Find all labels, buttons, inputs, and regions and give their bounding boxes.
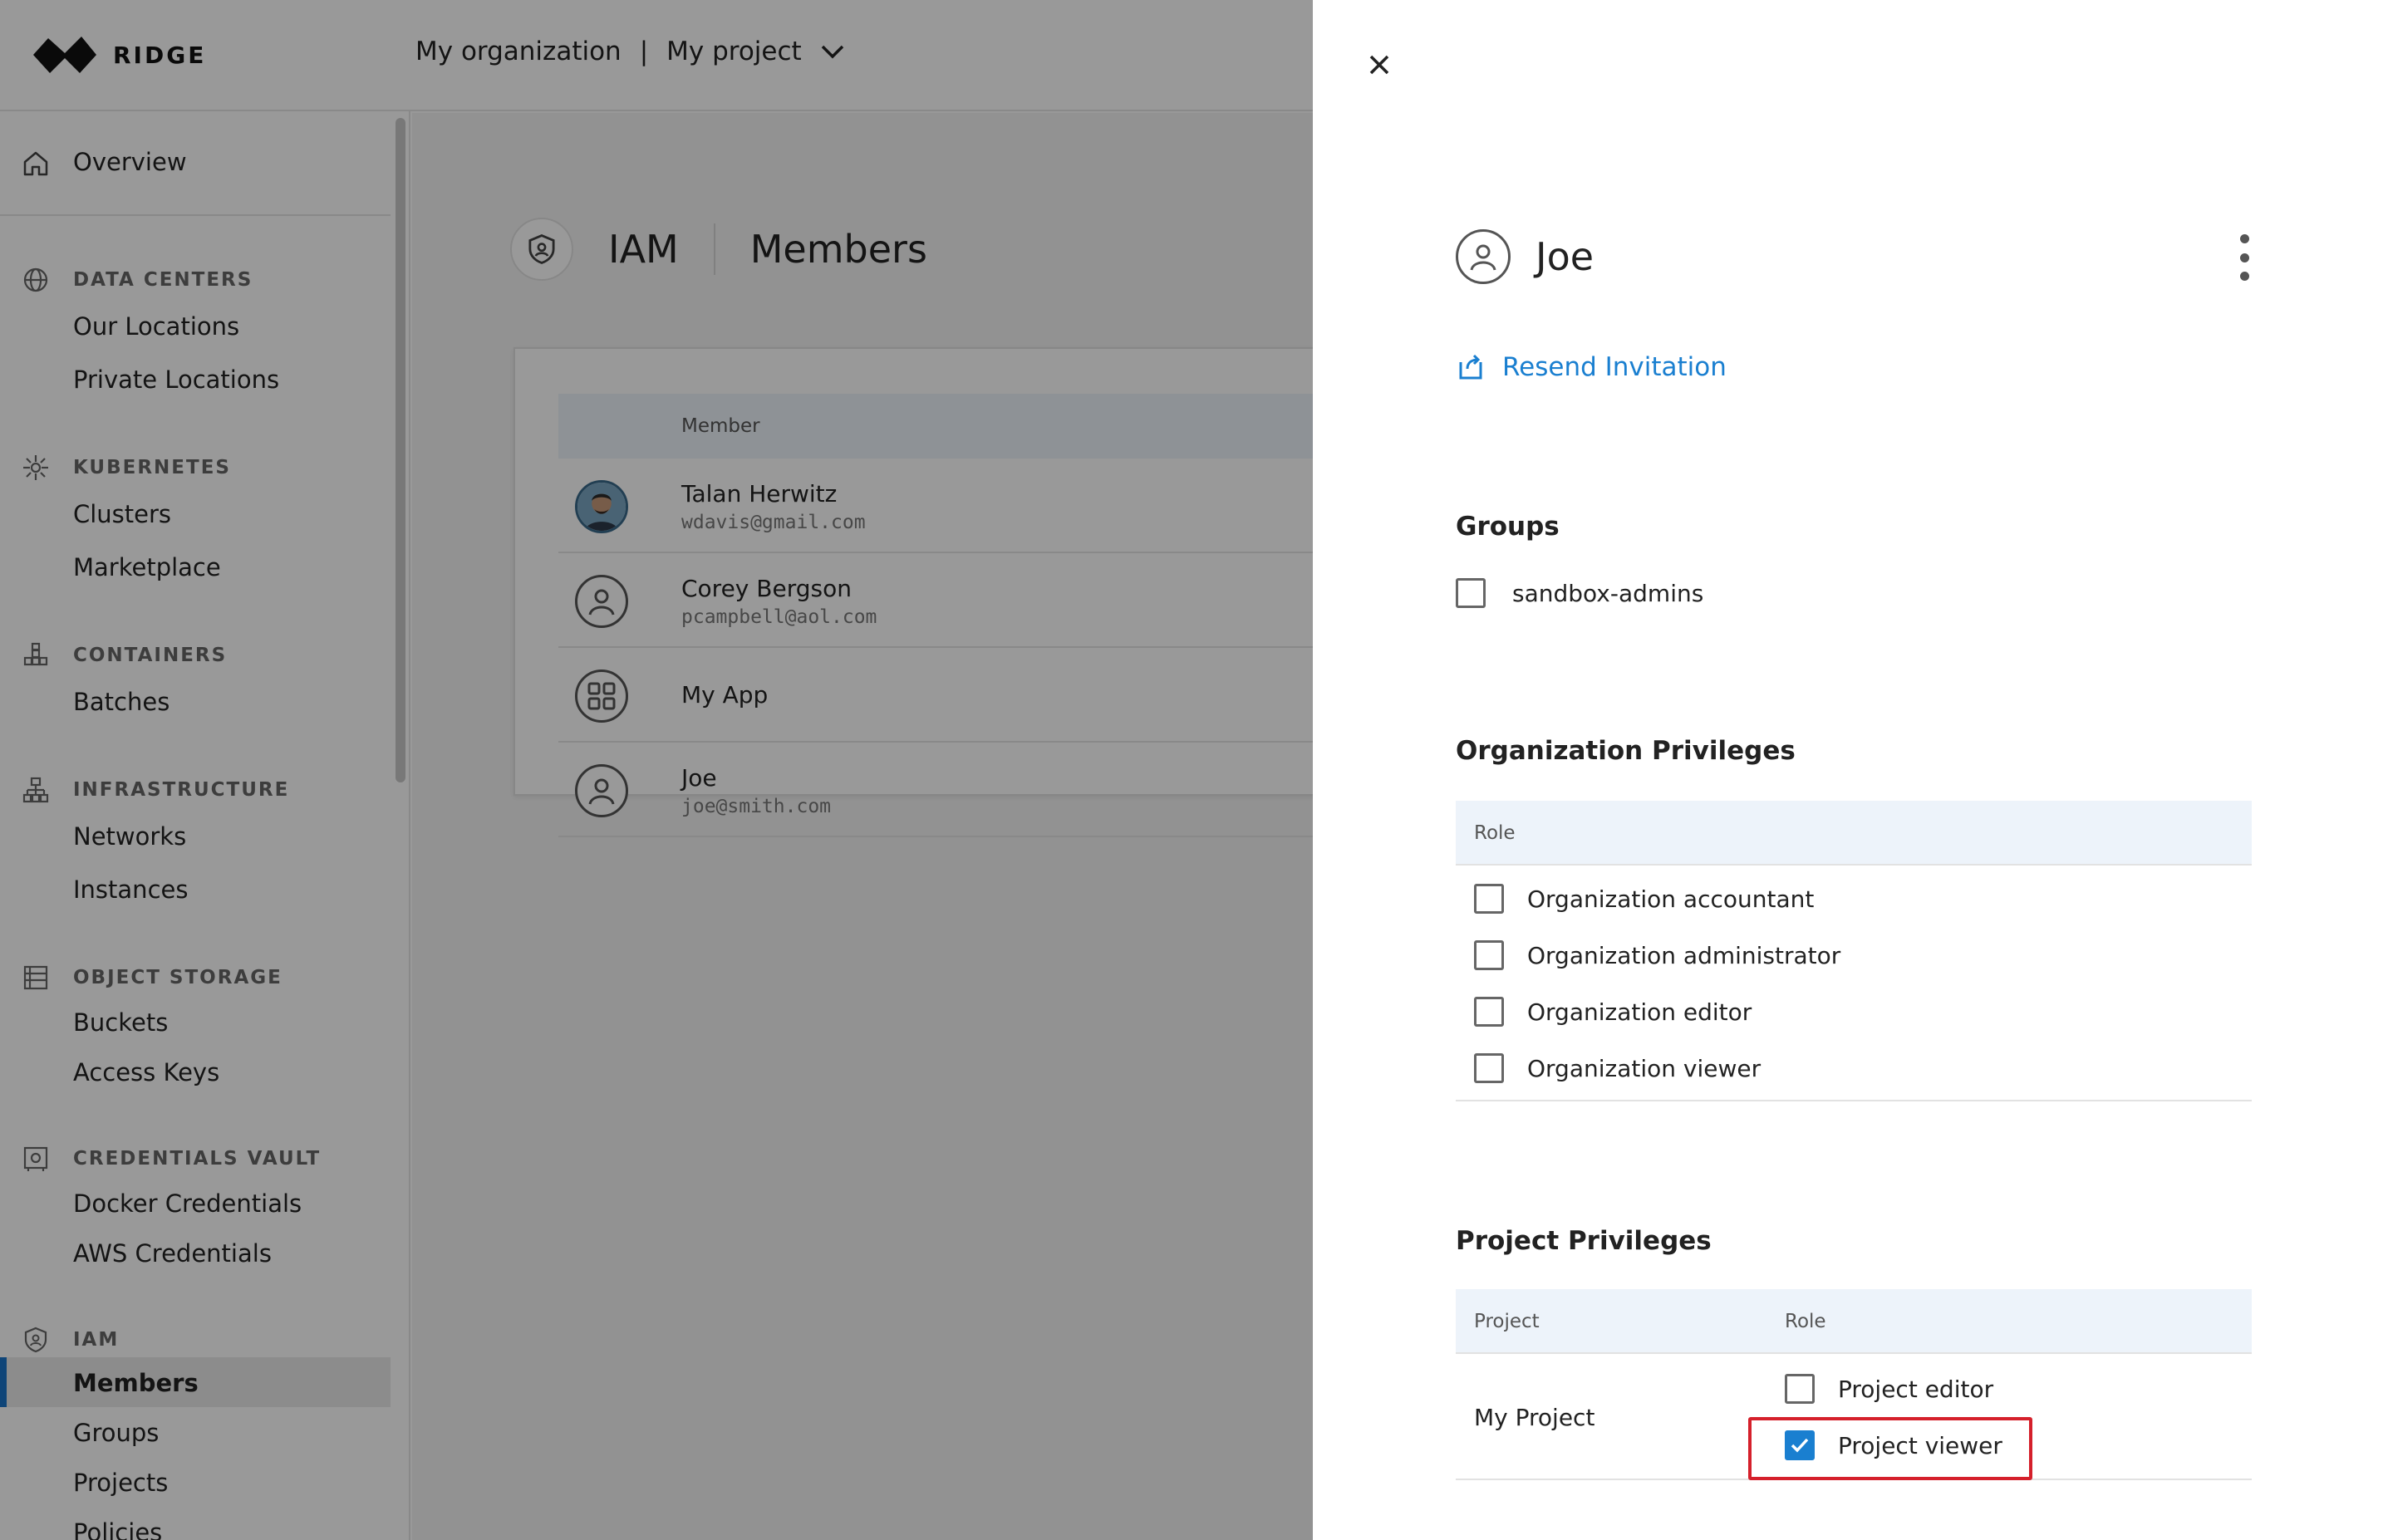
- project-privileges-title: Project Privileges: [1456, 1226, 1712, 1256]
- role-checkbox-organization-viewer[interactable]: [1474, 1053, 1504, 1083]
- selection-highlight: [1748, 1417, 2032, 1480]
- org-privileges-divider: [1456, 1100, 2252, 1101]
- user-icon: [1456, 229, 1511, 284]
- drawer-user-name: Joe: [1535, 234, 1594, 279]
- resend-invitation-button[interactable]: Resend Invitation: [1456, 352, 1727, 382]
- app-background: RIDGE My organization | My project Overv…: [0, 0, 1313, 1540]
- member-detail-drawer: Joe Resend Invitation Groups sandbox-adm…: [1313, 0, 2388, 1540]
- role-label: Project editor: [1838, 1376, 1994, 1403]
- role-label: Organization editor: [1527, 998, 1752, 1026]
- close-icon[interactable]: [1364, 50, 1394, 80]
- drawer-header: Joe: [1456, 229, 1594, 284]
- column-header-role: Role: [1785, 1311, 1826, 1332]
- role-checkbox-organization-accountant[interactable]: [1474, 884, 1504, 914]
- role-label: Organization administrator: [1527, 942, 1841, 969]
- role-label: Organization viewer: [1527, 1055, 1762, 1082]
- role-checkbox-organization-administrator[interactable]: [1474, 940, 1504, 970]
- groups-title: Groups: [1456, 512, 1560, 542]
- group-checkbox-sandbox-admins[interactable]: [1456, 578, 1486, 608]
- role-checkbox-organization-editor[interactable]: [1474, 997, 1504, 1027]
- group-label: sandbox-admins: [1512, 580, 1704, 607]
- project-name: My Project: [1474, 1404, 1595, 1431]
- column-header-role: Role: [1474, 822, 1516, 844]
- role-label: Organization accountant: [1527, 885, 1815, 913]
- org-privileges-title: Organization Privileges: [1456, 736, 1796, 766]
- role-checkbox-project-editor[interactable]: [1785, 1374, 1815, 1404]
- resend-invitation-label: Resend Invitation: [1502, 352, 1727, 382]
- modal-overlay[interactable]: [0, 0, 1313, 1540]
- column-header-project: Project: [1474, 1311, 1540, 1332]
- more-options-icon[interactable]: [2233, 234, 2255, 281]
- share-icon: [1459, 354, 1482, 380]
- org-privileges-header: Role: [1456, 801, 2252, 866]
- project-privileges-header: Project Role: [1456, 1289, 2252, 1354]
